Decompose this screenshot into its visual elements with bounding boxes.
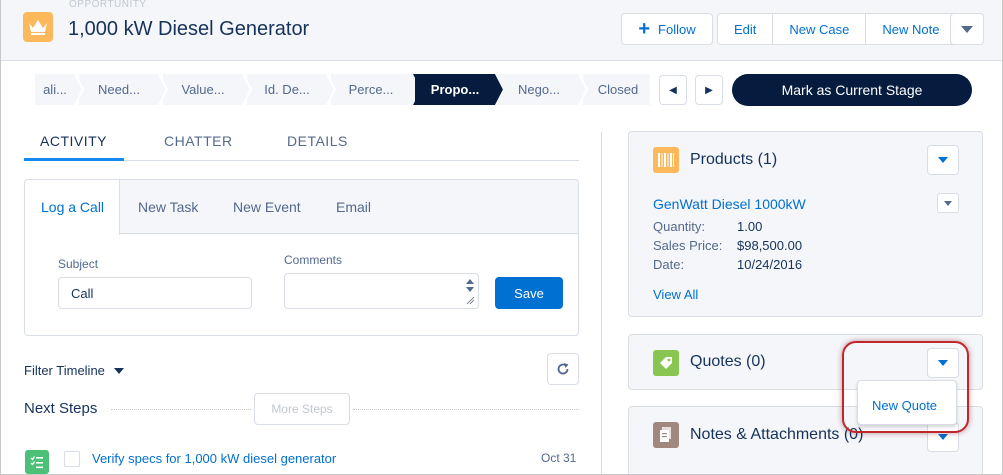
tab-new-event[interactable]: New Event [233,199,301,215]
sales-path: ali... Need... Value... Id. De... Perce.… [35,74,650,105]
crown-icon [23,12,53,42]
new-case-button[interactable]: New Case [773,14,867,44]
follow-label: Follow [658,21,696,37]
active-tab-indicator [24,158,124,161]
path-stage-needs-analysis[interactable]: Need... [79,74,159,105]
quotes-title: Quotes (0) [690,353,766,370]
path-scroll-left-button[interactable]: ◀ [659,75,687,105]
date-label: Date: [653,257,685,272]
mark-current-stage-button[interactable]: Mark as Current Stage [732,74,972,106]
quantity-label: Quantity: [653,219,706,234]
filter-timeline[interactable]: Filter Timeline [24,363,124,378]
refresh-button[interactable] [547,353,579,385]
save-button[interactable]: Save [495,277,563,309]
path-separator [491,74,505,105]
action-button-group: Edit New Case New Note [717,13,957,45]
callout-highlight [842,341,969,433]
chevron-right-icon: ▶ [705,84,713,96]
divider [111,409,251,410]
follow-button[interactable]: + Follow [621,13,713,45]
product-link[interactable]: GenWatt Diesel 1000kW [653,196,806,212]
products-card: Products (1) GenWatt Diesel 1000kW Quant… [628,131,983,317]
chevron-left-icon: ◀ [669,84,677,96]
comments-textarea[interactable] [284,273,479,309]
path-stage-perception-analysis[interactable]: Perce... [331,74,411,105]
path-separator [575,74,589,105]
subject-label: Subject [58,257,99,271]
products-menu-button[interactable] [927,145,959,175]
path-separator [407,74,421,105]
path-stage-qualification[interactable]: ali... [35,74,75,105]
quantity-value: 1.00 [737,219,763,234]
page-title: 1,000 kW Diesel Generator [68,18,310,40]
edit-button[interactable]: Edit [718,14,774,44]
path-scroll-right-button[interactable]: ▶ [695,75,723,105]
tab-activity[interactable]: ACTIVITY [40,133,107,149]
composer-tabs: Log a Call New Task New Event Email [25,180,578,235]
activity-composer: Log a Call New Task New Event Email Subj… [24,179,579,336]
tab-email[interactable]: Email [336,199,371,215]
task-date: Oct 31 [541,451,577,465]
new-note-button[interactable]: New Note [866,14,955,44]
refresh-icon [557,363,569,375]
sales-price-label: Sales Price: [653,238,723,253]
path-stage-closed[interactable]: Closed [583,74,650,105]
more-steps-button[interactable]: More Steps [254,393,350,425]
path-separator [155,74,169,105]
notes-icon [653,422,679,448]
subject-input[interactable]: Call [58,277,252,309]
app-window: OPPORTUNITY 1,000 kW Diesel Generator + … [0,0,1003,475]
more-actions-button[interactable] [950,13,984,45]
comments-label: Comments [284,253,343,267]
tab-details[interactable]: DETAILS [287,133,348,149]
path-separator [71,74,85,105]
path-separator [239,74,253,105]
product-row-menu-button[interactable] [937,193,959,213]
tab-new-task[interactable]: New Task [138,199,198,215]
path-stage-negotiation[interactable]: Nego... [499,74,579,105]
chevron-down-icon [944,200,952,206]
notes-title: Notes & Attachments (0) [690,426,864,443]
task-icon [25,450,49,474]
quotes-icon [653,350,679,376]
date-value: 10/24/2016 [737,257,803,272]
path-stage-value-proposition[interactable]: Value... [163,74,243,105]
task-title-link[interactable]: Verify specs for 1,000 kW diesel generat… [92,451,336,466]
textarea-spinner-icon [466,279,475,305]
next-steps-heading: Next Steps [24,400,98,417]
path-separator [323,74,337,105]
path-stage-proposal[interactable]: Propo... [415,74,495,105]
column-divider [601,132,602,474]
tab-chatter[interactable]: CHATTER [164,133,233,149]
products-icon [653,147,679,173]
record-type-label: OPPORTUNITY [69,0,147,8]
chevron-down-icon [938,157,948,163]
path-stage-id-decision-makers[interactable]: Id. De... [247,74,327,105]
record-tabs: ACTIVITY CHATTER DETAILS [24,127,579,161]
tab-log-a-call[interactable]: Log a Call [41,199,104,215]
chevron-down-icon [113,367,124,374]
chevron-down-icon [961,25,973,33]
plus-icon: + [638,18,651,40]
chevron-down-icon [938,434,948,440]
task-checkbox[interactable] [64,451,80,467]
divider [353,409,579,410]
filter-timeline-label: Filter Timeline [24,363,105,378]
view-all-link[interactable]: View All [653,287,698,302]
products-title: Products (1) [690,151,778,168]
sales-price-value: $98,500.00 [737,238,803,253]
record-header: OPPORTUNITY 1,000 kW Diesel Generator + … [1,0,1002,61]
